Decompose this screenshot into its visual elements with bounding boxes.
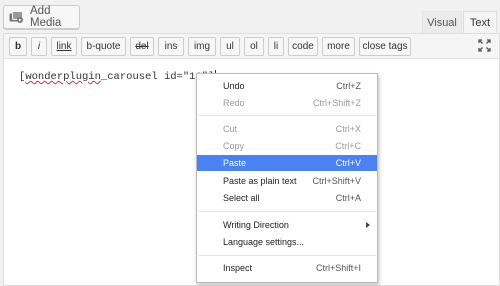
more-button[interactable]: more	[322, 37, 355, 56]
menu-item-copy[interactable]: Copy Ctrl+C	[197, 138, 377, 154]
menu-item-shortcut: Ctrl+V	[335, 158, 361, 168]
code-button[interactable]: code	[288, 37, 318, 56]
italic-button[interactable]: i	[31, 37, 47, 56]
menu-item-inspect[interactable]: Inspect Ctrl+Shift+I	[197, 260, 377, 276]
li-button[interactable]: li	[268, 37, 284, 56]
menu-item-label: Inspect	[223, 263, 253, 273]
bold-button[interactable]: b	[9, 37, 27, 56]
menu-item-shortcut: Ctrl+Z	[336, 81, 361, 91]
quicktags-toolbar: b i link b-quote del ins img ul ol li co…	[4, 34, 499, 59]
media-icon	[9, 10, 24, 24]
menu-item-undo[interactable]: Undo Ctrl+Z	[197, 78, 377, 94]
add-media-label: Add Media	[30, 5, 62, 29]
blockquote-button[interactable]: b-quote	[81, 37, 126, 56]
ol-button[interactable]: ol	[244, 37, 264, 56]
menu-item-select-all[interactable]: Select all Ctrl+A	[197, 190, 377, 206]
menu-item-cut[interactable]: Cut Ctrl+X	[197, 121, 377, 137]
menu-item-shortcut: Ctrl+Shift+Z	[312, 98, 361, 108]
menu-item-label: Paste as plain text	[223, 176, 297, 186]
menu-item-shortcut: Ctrl+Shift+I	[315, 263, 361, 273]
menu-item-label: Language settings...	[223, 237, 305, 247]
menu-separator	[198, 211, 376, 212]
menu-item-label: Writing Direction	[223, 220, 289, 230]
img-button[interactable]: img	[188, 37, 216, 56]
add-media-button[interactable]: Add Media	[3, 5, 80, 29]
menu-item-label: Redo	[223, 98, 245, 108]
menu-item-shortcut: Ctrl+Shift+V	[312, 176, 361, 186]
close-tags-button[interactable]: close tags	[359, 37, 411, 56]
fullscreen-icon[interactable]	[478, 39, 491, 52]
tab-visual[interactable]: Visual	[422, 11, 462, 33]
menu-item-label: Undo	[223, 81, 245, 91]
shortcode-name: wonderplugin	[25, 70, 101, 83]
menu-item-writing-direction[interactable]: Writing Direction	[197, 217, 377, 233]
del-button[interactable]: del	[130, 37, 154, 56]
menu-item-label: Cut	[223, 124, 238, 134]
menu-item-label: Select all	[223, 193, 260, 203]
tab-text[interactable]: Text	[463, 11, 497, 33]
menu-item-label: Copy	[223, 141, 245, 151]
menu-separator	[198, 115, 376, 116]
link-button[interactable]: link	[51, 37, 77, 56]
menu-separator	[198, 255, 376, 256]
ins-button[interactable]: ins	[158, 37, 184, 56]
context-menu: Undo Ctrl+Z Redo Ctrl+Shift+Z Cut Ctrl+X…	[196, 73, 378, 283]
menu-item-shortcut: Ctrl+A	[335, 193, 361, 203]
menu-item-redo[interactable]: Redo Ctrl+Shift+Z	[197, 95, 377, 111]
ul-button[interactable]: ul	[220, 37, 240, 56]
menu-item-label: Paste	[223, 158, 247, 168]
menu-item-shortcut: Ctrl+X	[335, 124, 361, 134]
submenu-arrow-icon	[366, 222, 370, 228]
menu-item-shortcut: Ctrl+C	[335, 141, 361, 151]
menu-item-language-settings[interactable]: Language settings...	[197, 234, 377, 250]
menu-item-paste-plain[interactable]: Paste as plain text Ctrl+Shift+V	[197, 173, 377, 189]
editor-content[interactable]: [wonderplugin_carousel id="11"]	[19, 70, 217, 83]
menu-item-paste[interactable]: Paste Ctrl+V	[197, 155, 377, 171]
